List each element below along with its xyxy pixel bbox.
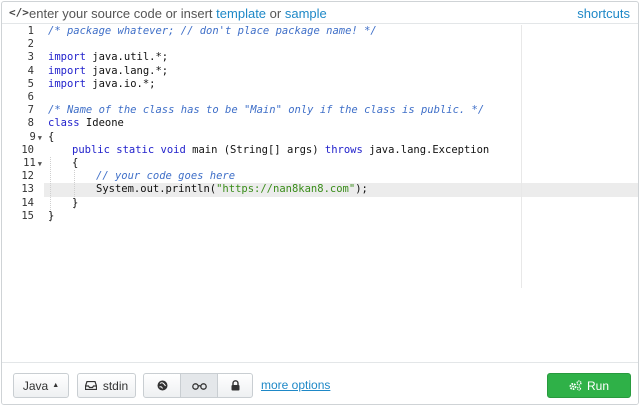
editor-bottombar: Java ▲ stdin more options Run [2, 362, 638, 404]
code-area[interactable]: /* package whatever; // don't place pack… [44, 25, 638, 288]
editor-topbar: </> enter your source code or insert tem… [2, 2, 638, 24]
private-visibility-button[interactable] [217, 373, 253, 398]
code-keyword: import [48, 51, 86, 64]
code-line-5: import java.io.*; [48, 78, 155, 91]
code-line-4: import java.lang.*; [48, 65, 168, 78]
caret-up-icon: ▲ [52, 382, 60, 389]
line-number: 1 [27, 25, 34, 37]
lock-icon [231, 380, 240, 391]
glasses-icon [191, 382, 207, 390]
code-text: java.io.*; [85, 77, 156, 90]
line-number: 14 [21, 196, 34, 209]
line-number-fold[interactable]: 11 ▼ [2, 157, 44, 170]
line-number: 13 [21, 183, 34, 196]
code-text: java.util.*; [85, 51, 169, 64]
inbox-icon [84, 381, 97, 390]
code-line-13: System.out.println("https://nan8kan8.com… [96, 183, 368, 196]
code-line-9: { [48, 130, 55, 143]
line-number: 9 [29, 130, 36, 143]
line-number: 11 [23, 157, 36, 169]
code-keyword: class [48, 117, 80, 130]
code-text: Ideone [79, 117, 124, 130]
globe-icon [157, 380, 168, 391]
code-line-15: } [48, 209, 55, 222]
public-visibility-button[interactable] [143, 373, 181, 398]
run-button[interactable]: Run [547, 373, 631, 398]
code-editor[interactable]: 1 2 3 4 5 6 7 8 9 ▼ 10 11 ▼ 12 13 14 15 /*… [2, 25, 638, 288]
fold-arrow-icon[interactable]: ▼ [38, 160, 42, 168]
code-text: main (String[] args) [185, 143, 325, 156]
code-keyword: throws [324, 143, 363, 156]
stdin-label: stdin [102, 378, 129, 393]
code-line-12: // your code goes here [96, 170, 236, 183]
line-number: 10 [21, 143, 34, 156]
hint-text: enter your source code or insert [29, 6, 213, 21]
editor-hint: enter your source code or insert templat… [29, 6, 327, 21]
line-number: 8 [27, 117, 34, 130]
line-number: 5 [27, 77, 34, 90]
line-number-gutter: 1 2 3 4 5 6 7 8 9 ▼ 10 11 ▼ 12 13 14 15 [2, 25, 44, 288]
code-line-7: /* Name of the class has to be "Main" on… [48, 104, 485, 117]
code-line-3: import java.util.*; [48, 51, 168, 64]
print-margin [521, 25, 522, 288]
code-line-11: { [72, 157, 79, 169]
line-number: 12 [21, 170, 34, 183]
code-text: java.lang.*; [85, 64, 169, 77]
code-line-8: class Ideone [48, 117, 124, 130]
line-number: 3 [27, 51, 34, 64]
line-number-fold[interactable]: 9 ▼ [2, 131, 44, 144]
editor-window: </> enter your source code or insert tem… [1, 1, 639, 405]
hint-or: or [269, 6, 282, 21]
code-text: System.out.println( [96, 183, 217, 196]
stdin-button[interactable]: stdin [77, 373, 136, 398]
line-number: 7 [27, 104, 34, 117]
line-number: 2 [27, 38, 34, 51]
code-keyword: public static void [72, 143, 186, 156]
code-line-14: } [72, 196, 79, 209]
code-keyword: import [48, 64, 86, 77]
code-string: "https://nan8kan8.com" [216, 183, 356, 196]
sample-link[interactable]: sample [285, 6, 327, 21]
language-select-button[interactable]: Java ▲ [13, 373, 69, 398]
code-text: ); [355, 183, 368, 196]
more-options-link[interactable]: more options [261, 378, 330, 392]
code-icon: </> [9, 6, 29, 19]
run-label: Run [586, 378, 609, 393]
language-label: Java [22, 378, 49, 393]
code-text: java.lang.Exception [362, 143, 490, 156]
unlisted-visibility-button[interactable] [180, 373, 218, 398]
line-number: 15 [21, 209, 34, 222]
code-line-1: /* package whatever; // don't place pack… [48, 25, 377, 37]
code-line-10: public static void main (String[] args) … [72, 144, 489, 157]
line-number: 6 [27, 91, 34, 103]
template-link[interactable]: template [216, 6, 266, 21]
line-number: 4 [27, 64, 34, 77]
fold-arrow-icon[interactable]: ▼ [38, 134, 42, 142]
code-keyword: import [48, 77, 86, 90]
gears-icon [569, 380, 582, 391]
shortcuts-link[interactable]: shortcuts [577, 6, 630, 21]
